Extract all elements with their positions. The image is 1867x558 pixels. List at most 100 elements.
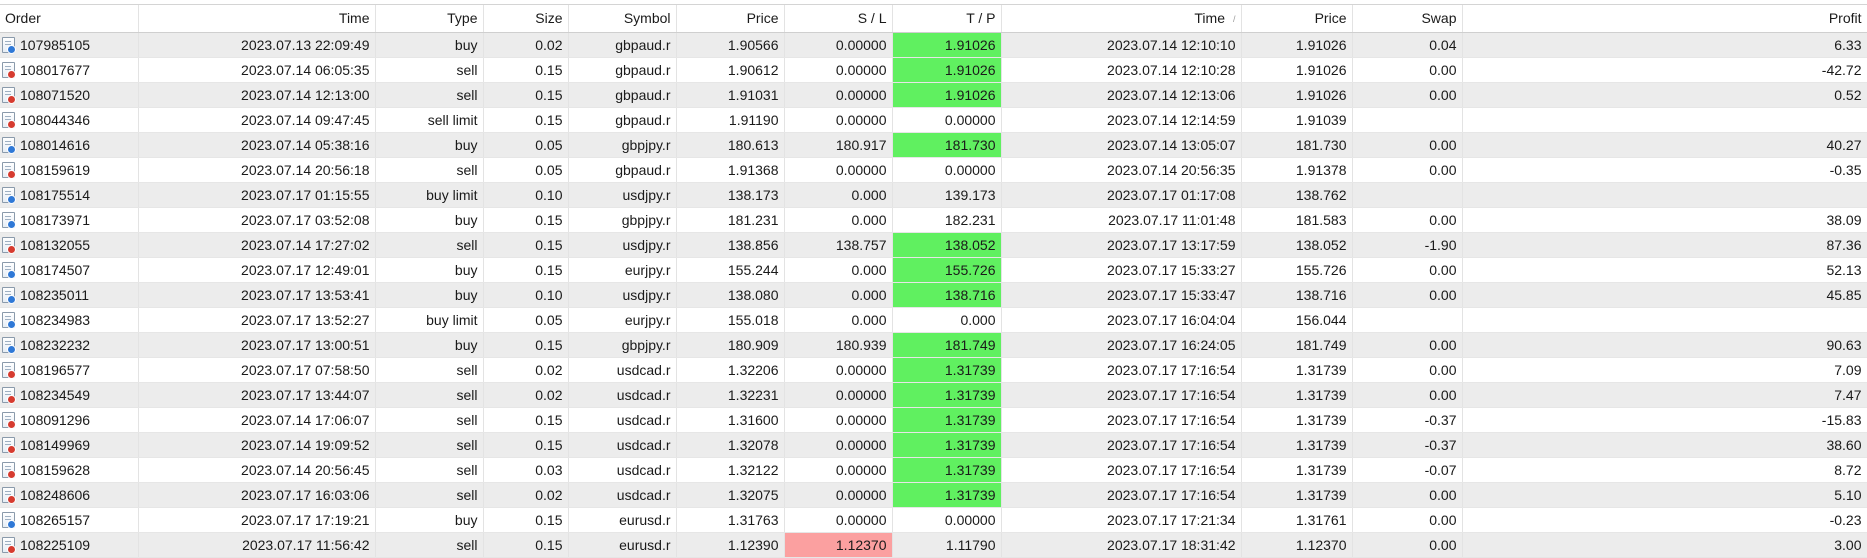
profit-cell: -0.23 (1462, 507, 1867, 533)
symbol-cell: usdcad.r (568, 482, 677, 508)
size-cell: 0.10 (483, 282, 569, 308)
stop-loss-cell: 180.917 (784, 132, 893, 158)
table-row[interactable]: 107985105 2023.07.13 22:09:49 buy 0.02 gbpau… (0, 32, 1867, 58)
table-row[interactable]: 108173971 2023.07.17 03:52:08 buy 0.15 gbpjp… (0, 207, 1867, 233)
sell-order-icon (2, 536, 16, 554)
close-time-cell: 2023.07.17 15:33:47 (1001, 282, 1242, 308)
column-header-symbol[interactable]: Symbol (568, 5, 677, 33)
sell-order-icon (2, 436, 16, 454)
take-profit-cell: 0.00000 (892, 507, 1002, 533)
column-header-stop-loss[interactable]: S / L (784, 5, 893, 33)
column-header-close-price[interactable]: Price (1241, 5, 1353, 33)
open-price-cell: 181.231 (676, 207, 785, 233)
table-row[interactable]: 108225109 2023.07.17 11:56:42 sell 0.15 euru… (0, 532, 1867, 558)
close-price-cell: 1.91039 (1241, 107, 1353, 133)
close-price-cell: 1.91378 (1241, 157, 1353, 183)
table-row[interactable]: 108234983 2023.07.17 13:52:27 buy limit 0.0… (0, 307, 1867, 333)
column-header-size[interactable]: Size (483, 5, 569, 33)
table-row[interactable]: 108071520 2023.07.14 12:13:00 sell 0.15 gbpa… (0, 82, 1867, 108)
stop-loss-cell: 0.00000 (784, 382, 893, 408)
size-cell: 0.10 (483, 182, 569, 208)
order-number: 108014616 (20, 136, 91, 153)
open-time-cell: 2023.07.17 01:15:55 (138, 182, 376, 208)
swap-cell: 0.00 (1352, 507, 1463, 533)
open-price-cell: 138.856 (676, 232, 785, 258)
close-price-cell: 1.31739 (1241, 482, 1353, 508)
open-time-cell: 2023.07.14 06:05:35 (138, 57, 376, 83)
table-row[interactable]: 108149969 2023.07.14 19:09:52 sell 0.15 usdc… (0, 432, 1867, 458)
take-profit-cell: 1.11790 (892, 532, 1002, 558)
close-price-cell: 181.730 (1241, 132, 1353, 158)
table-row[interactable]: 108159619 2023.07.14 20:56:18 sell 0.05 gbpa… (0, 157, 1867, 183)
profit-cell (1462, 307, 1867, 333)
column-header-open-time[interactable]: Time (138, 5, 376, 33)
column-header-profit[interactable]: Profit (1462, 5, 1867, 33)
close-time-cell: 2023.07.17 17:16:54 (1001, 357, 1242, 383)
order-number: 107985105 (20, 36, 91, 53)
table-row[interactable]: 108175514 2023.07.17 01:15:55 buy limit 0.1… (0, 182, 1867, 208)
table-row[interactable]: 108132055 2023.07.14 17:27:02 sell 0.15 usdj… (0, 232, 1867, 258)
take-profit-cell: 1.31739 (892, 382, 1002, 408)
swap-cell: 0.00 (1352, 357, 1463, 383)
table-row[interactable]: 108232232 2023.07.17 13:00:51 buy 0.15 gbpjp… (0, 332, 1867, 358)
size-cell: 0.02 (483, 32, 569, 58)
sort-indicator-icon: / (1232, 14, 1236, 25)
table-row[interactable]: 108234549 2023.07.17 13:44:07 sell 0.02 usdc… (0, 382, 1867, 408)
table-row[interactable]: 108017677 2023.07.14 06:05:35 sell 0.15 gbpa… (0, 57, 1867, 83)
type-cell: buy (375, 282, 484, 308)
open-price-cell: 1.32078 (676, 432, 785, 458)
stop-loss-cell: 1.12370 (784, 532, 893, 558)
size-cell: 0.15 (483, 257, 569, 283)
table-row[interactable]: 108196577 2023.07.17 07:58:50 sell 0.02 usdc… (0, 357, 1867, 383)
size-cell: 0.15 (483, 407, 569, 433)
open-time-cell: 2023.07.17 17:19:21 (138, 507, 376, 533)
symbol-cell: gbpaud.r (568, 32, 677, 58)
table-row[interactable]: 108014616 2023.07.14 05:38:16 buy 0.05 gbpjp… (0, 132, 1867, 158)
sell-order-icon (2, 361, 16, 379)
type-cell: sell (375, 82, 484, 108)
table-row[interactable]: 108091296 2023.07.14 17:06:07 sell 0.15 usdc… (0, 407, 1867, 433)
column-header-order[interactable]: Order (0, 5, 139, 33)
table-row[interactable]: 108265157 2023.07.17 17:19:21 buy 0.15 eurus… (0, 507, 1867, 533)
order-cell: 108235011 (0, 282, 139, 308)
sell-order-icon (2, 486, 16, 504)
open-time-cell: 2023.07.17 11:56:42 (138, 532, 376, 558)
swap-cell: 0.00 (1352, 57, 1463, 83)
close-time-cell: 2023.07.17 18:31:42 (1001, 532, 1242, 558)
open-time-cell: 2023.07.14 05:38:16 (138, 132, 376, 158)
size-cell: 0.15 (483, 82, 569, 108)
column-header-close-time[interactable]: Time / (1001, 5, 1242, 33)
stop-loss-cell: 180.939 (784, 332, 893, 358)
take-profit-cell: 182.231 (892, 207, 1002, 233)
size-cell: 0.03 (483, 457, 569, 483)
type-cell: sell (375, 407, 484, 433)
table-row[interactable]: 108159628 2023.07.14 20:56:45 sell 0.03 usdc… (0, 457, 1867, 483)
order-number: 108234549 (20, 386, 91, 403)
swap-cell: 0.00 (1352, 132, 1463, 158)
column-header-take-profit[interactable]: T / P (892, 5, 1002, 33)
column-header-open-price[interactable]: Price (676, 5, 785, 33)
stop-loss-cell: 0.00000 (784, 57, 893, 83)
close-price-cell: 155.726 (1241, 257, 1353, 283)
take-profit-cell: 138.052 (892, 232, 1002, 258)
table-row[interactable]: 108235011 2023.07.17 13:53:41 buy 0.10 usdjp… (0, 282, 1867, 308)
column-header-type[interactable]: Type (375, 5, 484, 33)
table-row[interactable]: 108248606 2023.07.17 16:03:06 sell 0.02 usdc… (0, 482, 1867, 508)
size-cell: 0.02 (483, 382, 569, 408)
open-time-cell: 2023.07.14 09:47:45 (138, 107, 376, 133)
open-time-cell: 2023.07.14 17:06:07 (138, 407, 376, 433)
buy-order-icon (2, 286, 16, 304)
column-header-swap[interactable]: Swap (1352, 5, 1463, 33)
open-price-cell: 138.173 (676, 182, 785, 208)
table-row[interactable]: 108044346 2023.07.14 09:47:45 sell limit 0.… (0, 107, 1867, 133)
sell-order-icon (2, 111, 16, 129)
close-time-cell: 2023.07.17 17:16:54 (1001, 432, 1242, 458)
close-price-cell: 1.31739 (1241, 357, 1353, 383)
profit-cell: 3.00 (1462, 532, 1867, 558)
open-price-cell: 1.32206 (676, 357, 785, 383)
profit-cell (1462, 182, 1867, 208)
open-price-cell: 1.91190 (676, 107, 785, 133)
table-row[interactable]: 108174507 2023.07.17 12:49:01 buy 0.15 eurjp… (0, 257, 1867, 283)
take-profit-cell: 1.31739 (892, 357, 1002, 383)
symbol-cell: gbpaud.r (568, 82, 677, 108)
